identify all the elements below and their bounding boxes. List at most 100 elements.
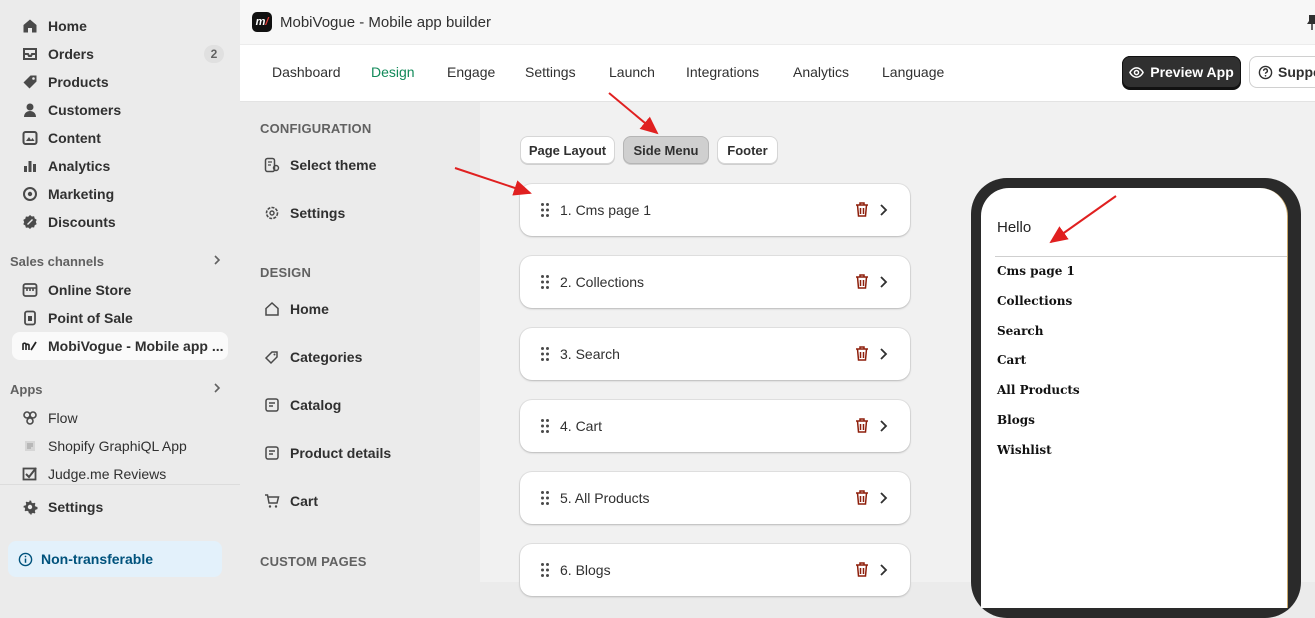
apps-label: Apps bbox=[10, 382, 43, 397]
side-menu-item-card[interactable]: 3. Search bbox=[520, 328, 910, 380]
sidebar-item-label: Content bbox=[48, 130, 101, 146]
config-item-label: Select theme bbox=[290, 157, 377, 173]
sidebar-item-products[interactable]: Products bbox=[12, 68, 228, 96]
chevron-right-icon[interactable] bbox=[876, 202, 890, 218]
apps-header[interactable]: Apps bbox=[10, 382, 226, 397]
chevron-right-icon bbox=[212, 254, 222, 269]
design-config-panel: CONFIGURATION Select theme Settings DESI… bbox=[240, 102, 480, 582]
phone-menu-item: Cms page 1 bbox=[997, 264, 1075, 278]
design-item-categories[interactable]: Categories bbox=[264, 349, 362, 365]
sidebar-item-online-store[interactable]: Online Store bbox=[12, 276, 228, 304]
phone-menu-item: Search bbox=[997, 323, 1044, 338]
mobivogue-logo: m / bbox=[252, 12, 272, 32]
configuration-heading: CONFIGURATION bbox=[260, 121, 372, 136]
sidebar-item-discounts[interactable]: Discounts bbox=[12, 208, 228, 236]
trash-icon[interactable] bbox=[854, 561, 870, 578]
sidebar-item-label: Point of Sale bbox=[48, 310, 133, 326]
sidebar-item-orders[interactable]: Orders 2 bbox=[12, 40, 228, 68]
pin-icon[interactable] bbox=[1305, 14, 1315, 30]
drag-handle-icon[interactable] bbox=[540, 274, 550, 290]
design-item-label: Cart bbox=[290, 493, 319, 509]
cart-icon bbox=[264, 493, 280, 509]
drag-handle-icon[interactable] bbox=[540, 490, 550, 506]
tab-launch[interactable]: Launch bbox=[609, 64, 655, 80]
sidebar-item-home[interactable]: Home bbox=[12, 12, 228, 40]
tab-settings[interactable]: Settings bbox=[525, 64, 576, 80]
tab-design[interactable]: Design bbox=[371, 64, 415, 80]
phone-screen: Hello Cms page 1 Collections Search Cart All… bbox=[981, 188, 1288, 608]
side-menu-item-label: 3. Search bbox=[560, 346, 620, 362]
config-item-settings[interactable]: Settings bbox=[264, 205, 345, 221]
non-transferable-banner[interactable]: Non-transferable bbox=[8, 541, 222, 577]
side-menu-item-card[interactable]: 1. Cms page 1 bbox=[520, 184, 910, 236]
side-menu-editor: Page Layout Side Menu Footer 1. Cms page… bbox=[480, 102, 1315, 618]
sidebar-item-label: Online Store bbox=[48, 282, 132, 298]
side-menu-item-card[interactable]: 6. Blogs bbox=[520, 544, 910, 596]
phone-greeting: Hello bbox=[997, 219, 1032, 236]
design-item-label: Categories bbox=[290, 349, 363, 365]
side-menu-item-label: 2. Collections bbox=[560, 274, 645, 290]
design-item-catalog[interactable]: Catalog bbox=[264, 397, 341, 413]
drag-handle-icon[interactable] bbox=[540, 418, 550, 434]
design-item-label: Catalog bbox=[290, 397, 342, 413]
trash-icon[interactable] bbox=[854, 417, 870, 434]
side-menu-item-label: 4. Cart bbox=[560, 418, 603, 434]
phone-menu-item: Blogs bbox=[997, 413, 1035, 427]
trash-icon[interactable] bbox=[854, 489, 870, 506]
chevron-right-icon[interactable] bbox=[876, 346, 890, 362]
sidebar-item-label: Marketing bbox=[48, 186, 115, 202]
sidebar-item-label: Settings bbox=[48, 499, 104, 515]
info-icon bbox=[18, 552, 33, 566]
sidebar-item-label: Home bbox=[48, 18, 87, 34]
tab-analytics[interactable]: Analytics bbox=[793, 64, 849, 80]
sidebar-item-point-of-sale[interactable]: Point of Sale bbox=[12, 304, 228, 332]
config-item-select-theme[interactable]: Select theme bbox=[264, 157, 376, 173]
design-item-product-details[interactable]: Product details bbox=[264, 445, 391, 461]
side-menu-item-card[interactable]: 5. All Products bbox=[520, 472, 910, 524]
orders-icon bbox=[22, 46, 38, 62]
chevron-right-icon[interactable] bbox=[876, 274, 890, 290]
sidebar-item-customers[interactable]: Customers bbox=[12, 96, 228, 124]
segment-footer[interactable]: Footer bbox=[717, 136, 778, 164]
design-item-label: Home bbox=[290, 301, 329, 317]
side-menu-item-label: 5. All Products bbox=[560, 490, 650, 506]
chevron-right-icon[interactable] bbox=[876, 490, 890, 506]
trash-icon[interactable] bbox=[854, 345, 870, 362]
sidebar-item-content[interactable]: Content bbox=[12, 124, 228, 152]
sidebar-item-graphiql[interactable]: Shopify GraphiQL App bbox=[12, 432, 228, 460]
sidebar-item-label: MobiVogue - Mobile app ... bbox=[48, 338, 224, 354]
design-item-home[interactable]: Home bbox=[264, 301, 329, 317]
config-item-label: Settings bbox=[290, 205, 346, 221]
sidebar-item-settings[interactable]: Settings bbox=[12, 493, 228, 521]
app-header: m / MobiVogue - Mobile app builder bbox=[240, 0, 1315, 45]
segment-side-menu[interactable]: Side Menu bbox=[623, 136, 709, 164]
trash-icon[interactable] bbox=[854, 201, 870, 218]
support-label: Support bbox=[1278, 64, 1315, 80]
side-menu-item-label: 6. Blogs bbox=[560, 562, 611, 578]
side-menu-item-card[interactable]: 2. Collections bbox=[520, 256, 910, 308]
chevron-right-icon[interactable] bbox=[876, 562, 890, 578]
tab-language[interactable]: Language bbox=[882, 64, 944, 80]
side-menu-item-card[interactable]: 4. Cart bbox=[520, 400, 910, 452]
non-transferable-label: Non-transferable bbox=[41, 551, 154, 567]
design-item-cart[interactable]: Cart bbox=[264, 493, 318, 509]
tag-outline-icon bbox=[264, 349, 280, 365]
phone-menu-item: Cart bbox=[997, 353, 1027, 368]
tab-engage[interactable]: Engage bbox=[447, 64, 495, 80]
chevron-right-icon[interactable] bbox=[876, 418, 890, 434]
sidebar-item-analytics[interactable]: Analytics bbox=[12, 152, 228, 180]
sidebar-item-mobivogue[interactable]: MobiVogue - Mobile app ... bbox=[12, 332, 228, 360]
trash-icon[interactable] bbox=[854, 273, 870, 290]
sidebar-item-flow[interactable]: Flow bbox=[12, 404, 228, 432]
drag-handle-icon[interactable] bbox=[540, 202, 550, 218]
sales-channels-header[interactable]: Sales channels bbox=[10, 254, 226, 269]
drag-handle-icon[interactable] bbox=[540, 562, 550, 578]
sidebar-item-label: Judge.me Reviews bbox=[48, 466, 167, 482]
tab-dashboard[interactable]: Dashboard bbox=[272, 64, 341, 80]
support-button[interactable]: Support bbox=[1249, 56, 1315, 88]
sidebar-item-marketing[interactable]: Marketing bbox=[12, 180, 228, 208]
preview-app-button[interactable]: Preview App bbox=[1122, 56, 1241, 88]
segment-page-layout[interactable]: Page Layout bbox=[520, 136, 615, 164]
tab-integrations[interactable]: Integrations bbox=[686, 64, 759, 80]
drag-handle-icon[interactable] bbox=[540, 346, 550, 362]
